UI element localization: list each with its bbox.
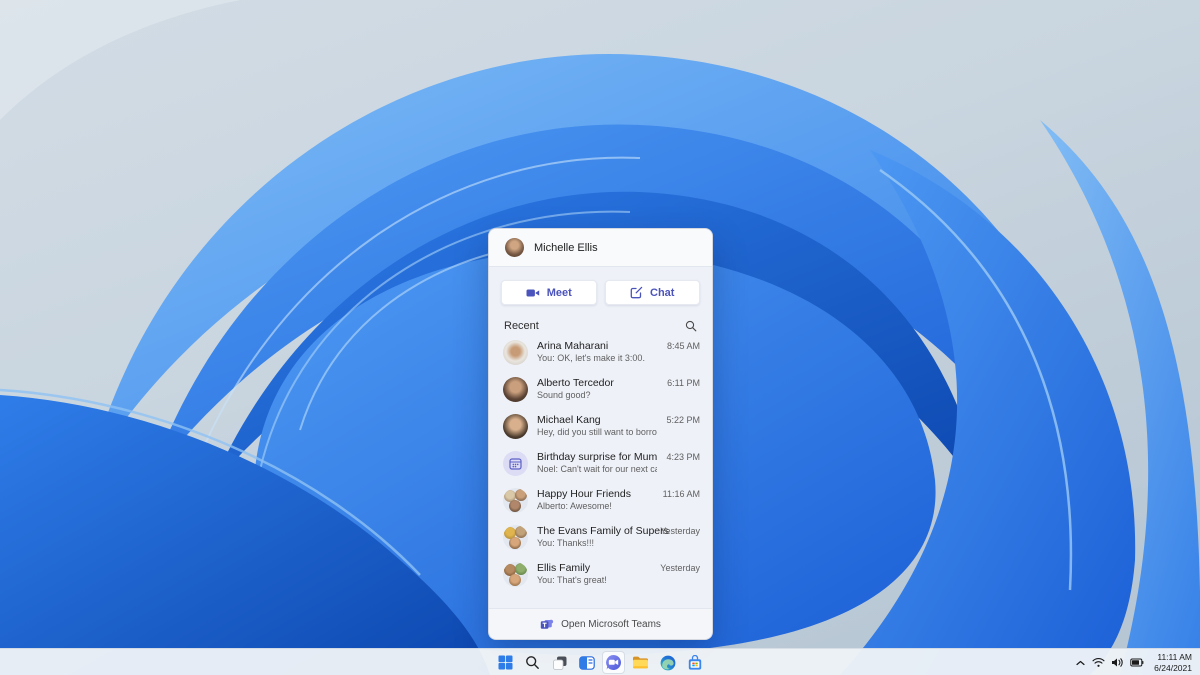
start-button[interactable] <box>494 651 517 674</box>
open-teams-label: Open Microsoft Teams <box>561 618 661 630</box>
open-teams-button[interactable]: Open Microsoft Teams <box>489 608 712 639</box>
calendar-event-icon <box>503 451 528 476</box>
search-button[interactable] <box>521 651 544 674</box>
widgets-button[interactable] <box>575 651 598 674</box>
conversation-preview: Noel: Can't wait for our next catch up! <box>537 464 657 475</box>
conversation-evans-family[interactable]: The Evans Family of Supers You: Thanks!!… <box>489 519 712 556</box>
conversation-name: The Evans Family of Supers <box>537 525 669 538</box>
chat-button-label: Chat <box>650 286 675 299</box>
wifi-icon <box>1092 658 1105 667</box>
conversation-michael-kang[interactable]: Michael Kang Hey, did you still want to … <box>489 408 712 445</box>
conversation-happy-hour-friends[interactable]: Happy Hour Friends Alberto: Awesome! 11:… <box>489 482 712 519</box>
system-tray: 11:11 AM 6/24/2021 <box>1075 649 1192 675</box>
meet-button-label: Meet <box>546 286 572 299</box>
conversation-time: 5:22 PM <box>666 415 700 425</box>
speaker-icon <box>1112 658 1123 667</box>
search-icon[interactable] <box>685 320 697 332</box>
microsoft-store-button[interactable] <box>683 651 706 674</box>
battery-icon <box>1130 658 1144 667</box>
conversation-name: Alberto Tercedor <box>537 377 614 390</box>
conversation-time: 8:45 AM <box>666 341 700 351</box>
user-avatar[interactable] <box>505 238 524 257</box>
edge-browser-button[interactable] <box>656 651 679 674</box>
conversation-preview: Sound good? <box>537 390 591 401</box>
conversation-preview: Alberto: Awesome! <box>537 501 612 512</box>
teams-chat-flyout: Michelle Ellis Meet Chat Recent Arina Ma… <box>488 228 713 640</box>
action-buttons-row: Meet Chat <box>489 267 712 314</box>
task-view-icon <box>552 656 566 670</box>
conversation-ellis-family[interactable]: Ellis Family You: That's great! Yesterda… <box>489 556 712 593</box>
contact-avatar <box>503 340 528 365</box>
user-name: Michelle Ellis <box>534 241 598 254</box>
contact-avatar <box>503 377 528 402</box>
conversation-time: Yesterday <box>660 526 700 536</box>
chevron-up-icon <box>1076 660 1085 665</box>
tray-date: 6/24/2021 <box>1154 662 1192 673</box>
battery-tray-button[interactable] <box>1130 658 1144 667</box>
conversation-list: Arina Maharani You: OK, let's make it 3:… <box>489 334 712 608</box>
file-explorer-button[interactable] <box>629 651 652 674</box>
conversation-preview: You: That's great! <box>537 575 607 586</box>
conversation-birthday-surprise[interactable]: Birthday surprise for Mum Noel: Can't wa… <box>489 445 712 482</box>
group-avatar <box>503 525 528 550</box>
group-avatar <box>503 562 528 587</box>
conversation-name: Birthday surprise for Mum <box>537 451 658 464</box>
chat-button[interactable]: Chat <box>604 280 700 305</box>
volume-tray-button[interactable] <box>1111 657 1124 668</box>
conversation-time: 4:23 PM <box>666 452 700 462</box>
meet-button[interactable]: Meet <box>501 280 597 305</box>
store-icon <box>688 654 701 670</box>
conversation-preview: You: Thanks!!! <box>537 538 595 549</box>
recent-label: Recent <box>504 320 539 332</box>
conversation-name: Happy Hour Friends <box>537 488 631 501</box>
teams-logo-icon <box>540 619 554 629</box>
conversation-preview: You: OK, let's make it 3:00. <box>537 353 645 364</box>
video-camera-icon <box>526 289 539 296</box>
conversation-alberto-tercedor[interactable]: Alberto Tercedor Sound good? 6:11 PM <box>489 371 712 408</box>
chat-taskbar-button[interactable] <box>602 651 625 674</box>
conversation-time: 11:16 AM <box>662 489 700 499</box>
contact-avatar <box>503 414 528 439</box>
conversation-name: Michael Kang <box>537 414 601 427</box>
widgets-icon <box>578 655 595 670</box>
desktop: Michelle Ellis Meet Chat Recent Arina Ma… <box>0 0 1200 675</box>
taskbar: 11:11 AM 6/24/2021 <box>0 648 1200 675</box>
conversation-arina-maharani[interactable]: Arina Maharani You: OK, let's make it 3:… <box>489 334 712 371</box>
folder-icon <box>633 656 648 669</box>
flyout-header: Michelle Ellis <box>489 229 712 267</box>
show-hidden-icons-button[interactable] <box>1075 659 1086 667</box>
conversation-name: Arina Maharani <box>537 340 609 353</box>
group-avatar <box>503 488 528 513</box>
task-view-button[interactable] <box>548 651 571 674</box>
tray-time: 11:11 AM <box>1157 651 1192 662</box>
conversation-preview: Hey, did you still want to borrow the no… <box>537 427 657 438</box>
recent-header-row: Recent <box>489 314 712 334</box>
clock[interactable]: 11:11 AM 6/24/2021 <box>1151 652 1192 673</box>
compose-icon <box>630 286 643 299</box>
edge-icon <box>660 655 675 670</box>
windows-logo-icon <box>498 655 513 670</box>
search-icon <box>526 656 539 669</box>
conversation-name: Ellis Family <box>537 562 591 575</box>
taskbar-app-icons <box>494 649 706 675</box>
conversation-time: 6:11 PM <box>667 378 700 388</box>
teams-chat-icon <box>606 655 621 670</box>
conversation-time: Yesterday <box>660 563 700 573</box>
wifi-tray-button[interactable] <box>1092 657 1105 668</box>
